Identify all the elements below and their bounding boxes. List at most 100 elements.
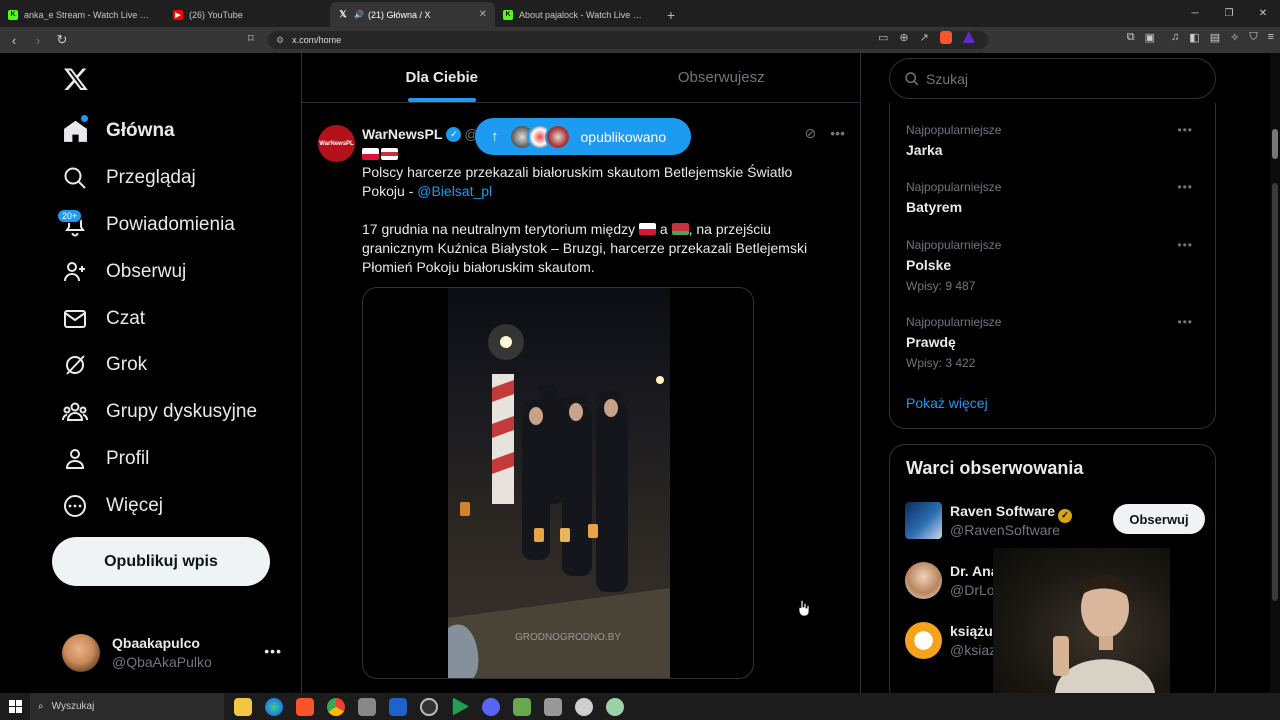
- search-icon: [62, 165, 88, 191]
- suggested-name: Raven Software ✓: [950, 503, 1073, 523]
- reload-icon[interactable]: ↻: [52, 30, 72, 50]
- search-input[interactable]: Szukaj: [889, 58, 1216, 99]
- site-info-icon[interactable]: ⚙: [276, 35, 284, 46]
- scrollbar-thumb[interactable]: [1272, 129, 1278, 159]
- more-dots-icon[interactable]: •••: [830, 125, 845, 142]
- more-dots-icon[interactable]: •••: [264, 643, 282, 659]
- search-icon: [905, 71, 919, 86]
- more-dots-icon[interactable]: •••: [1177, 123, 1193, 137]
- screenshot-icon[interactable]: ▣: [1145, 31, 1155, 44]
- tab-for-you[interactable]: Dla Ciebie: [302, 53, 582, 102]
- suggested-account[interactable]: Raven Software ✓ @RavenSoftware Obserwuj: [905, 502, 1205, 542]
- forward-icon[interactable]: ›: [28, 30, 48, 50]
- more-dots-icon[interactable]: •••: [1177, 180, 1193, 194]
- post-author[interactable]: WarNewsPL: [362, 126, 442, 142]
- more-dots-icon[interactable]: •••: [1177, 238, 1193, 252]
- share-icon[interactable]: ↗: [920, 31, 929, 44]
- new-posts-pill[interactable]: ↑ opublikowano: [475, 118, 691, 155]
- post-button[interactable]: Opublikuj wpis: [52, 537, 270, 586]
- author-flags: [362, 148, 398, 160]
- more-dots-icon[interactable]: •••: [1177, 315, 1193, 329]
- webcam-image: [1053, 575, 1155, 693]
- timeline-tabs: Dla Ciebie Obserwujesz: [302, 53, 861, 103]
- page-scrollbar[interactable]: [1270, 53, 1280, 693]
- trend-item[interactable]: Najpopularniejsze Jarka •••: [906, 123, 1201, 158]
- grok-icon[interactable]: ⊘: [805, 125, 817, 142]
- mention-link[interactable]: @Bielsat_pl: [417, 183, 492, 199]
- nav-notifications[interactable]: 20+ Powiadomienia: [57, 205, 235, 245]
- profile-icon: [62, 446, 88, 472]
- trend-item[interactable]: Najpopularniejsze Polske Wpisy: 9 487 ••…: [906, 238, 1201, 293]
- avatar: [905, 502, 942, 539]
- nav-label: Grok: [106, 354, 148, 375]
- nav-home[interactable]: Główna: [62, 111, 175, 151]
- nav-communities[interactable]: Grupy dyskusyjne: [62, 392, 257, 432]
- x-logo-icon[interactable]: [63, 66, 89, 92]
- account-handle: @QbaAkaPulko: [112, 654, 212, 670]
- nav-chat[interactable]: Czat: [62, 299, 145, 339]
- brave-icon[interactable]: [296, 697, 314, 716]
- video-frame: GRODNOGRODNO.BY: [448, 288, 670, 678]
- restore-icon[interactable]: ❐: [1212, 0, 1246, 27]
- audio-icon[interactable]: 🔊: [354, 10, 364, 19]
- vpn-icon[interactable]: ⛉: [1249, 31, 1257, 44]
- wallet-icon[interactable]: ▤: [1210, 31, 1220, 44]
- browser-tab[interactable]: K About pajalock - Watch Live on Kick: [495, 2, 660, 27]
- search-icon: ⌕: [38, 701, 44, 712]
- cast-icon[interactable]: ▭: [878, 31, 888, 44]
- grok-icon: [62, 352, 88, 378]
- minimize-icon[interactable]: ─: [1178, 0, 1212, 27]
- new-tab-button[interactable]: +: [660, 2, 682, 27]
- nav-follow[interactable]: Obserwuj: [62, 252, 186, 292]
- brave-rewards-icon[interactable]: [962, 31, 975, 43]
- back-icon[interactable]: ‹: [4, 30, 24, 50]
- close-window-icon[interactable]: ✕: [1246, 0, 1280, 27]
- post-video[interactable]: GRODNOGRODNO.BY: [362, 287, 754, 679]
- nav-profile[interactable]: Profil: [62, 439, 149, 479]
- show-more-link[interactable]: Pokaż więcej: [906, 395, 988, 411]
- play-icon[interactable]: [452, 697, 469, 716]
- nav-more[interactable]: Więcej: [62, 486, 163, 526]
- poland-flag-icon: [639, 223, 657, 235]
- app-icon[interactable]: [513, 697, 531, 716]
- nav-grok[interactable]: Grok: [62, 345, 147, 385]
- ccleaner-icon[interactable]: [389, 697, 407, 716]
- extensions-icon[interactable]: ⧉: [1127, 31, 1135, 44]
- nav-label: Powiadomienia: [106, 214, 235, 235]
- app-icon[interactable]: [606, 697, 624, 716]
- menu-icon[interactable]: ≡: [1268, 31, 1274, 44]
- tab-title: anka_e Stream - Watch Live on Kick: [24, 9, 149, 20]
- avatar: [905, 622, 942, 659]
- tab-following[interactable]: Obserwujesz: [582, 53, 862, 102]
- file-explorer-icon[interactable]: [234, 697, 252, 716]
- taskbar-search[interactable]: ⌕ Wyszukaj: [30, 693, 224, 720]
- trend-item[interactable]: Najpopularniejsze Prawdę Wpisy: 3 422 ••…: [906, 315, 1201, 370]
- nav-explore[interactable]: Przeglądaj: [62, 158, 196, 198]
- music-icon[interactable]: ♫: [1171, 31, 1179, 44]
- belarus-flag-icon: [381, 148, 398, 160]
- leo-icon[interactable]: ✧: [1230, 31, 1239, 44]
- shield-icon[interactable]: [575, 697, 593, 716]
- app-icon[interactable]: [544, 697, 562, 716]
- edge-icon[interactable]: [265, 697, 283, 716]
- account-switcher[interactable]: Qbaakapulco @QbaAkaPulko •••: [62, 631, 292, 675]
- app-icon[interactable]: [358, 697, 376, 716]
- brave-shields-icon[interactable]: [939, 31, 952, 44]
- sidebar-icon[interactable]: ◧: [1189, 31, 1199, 44]
- belarus-flag-icon: [671, 223, 689, 235]
- account-name: Qbaakapulco: [112, 635, 200, 651]
- post-avatar[interactable]: WarNewsPL: [318, 125, 355, 162]
- tab-title: (26) YouTube: [189, 9, 243, 20]
- bookmark-icon[interactable]: ⌑: [248, 32, 254, 45]
- browser-tab-active[interactable]: 𝕏 🔊 (21) Główna / X ✕: [330, 2, 495, 27]
- discord-icon[interactable]: [482, 697, 500, 716]
- windows-start-icon[interactable]: [0, 693, 30, 720]
- browser-tab[interactable]: K anka_e Stream - Watch Live on Kick: [0, 2, 165, 27]
- browser-tab[interactable]: ▶ (26) YouTube: [165, 2, 330, 27]
- obs-icon[interactable]: [420, 697, 438, 716]
- trend-item[interactable]: Najpopularniejsze Batyrem •••: [906, 180, 1201, 215]
- follow-button[interactable]: Obserwuj: [1113, 504, 1205, 534]
- chrome-icon[interactable]: [327, 697, 345, 716]
- close-tab-icon[interactable]: ✕: [479, 9, 487, 20]
- zoom-icon[interactable]: ⊕: [899, 31, 908, 44]
